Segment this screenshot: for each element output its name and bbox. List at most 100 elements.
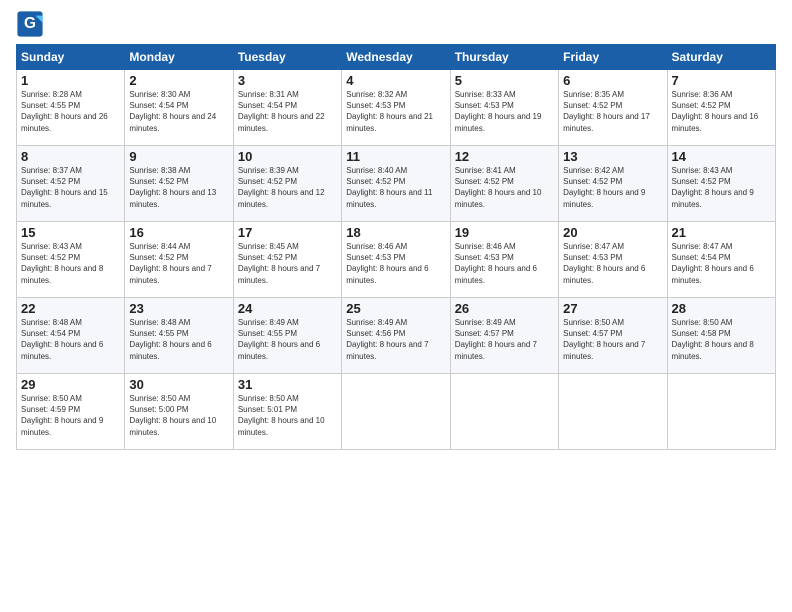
empty-cell bbox=[559, 374, 667, 450]
day-info: Sunrise: 8:47 AMSunset: 4:54 PMDaylight:… bbox=[672, 242, 754, 285]
empty-cell bbox=[342, 374, 450, 450]
day-cell-10: 10 Sunrise: 8:39 AMSunset: 4:52 PMDayligh… bbox=[233, 146, 341, 222]
day-cell-26: 26 Sunrise: 8:49 AMSunset: 4:57 PMDayligh… bbox=[450, 298, 558, 374]
day-number: 29 bbox=[21, 377, 120, 392]
day-info: Sunrise: 8:46 AMSunset: 4:53 PMDaylight:… bbox=[455, 242, 537, 285]
day-header-wednesday: Wednesday bbox=[342, 45, 450, 70]
day-info: Sunrise: 8:35 AMSunset: 4:52 PMDaylight:… bbox=[563, 90, 650, 133]
day-info: Sunrise: 8:36 AMSunset: 4:52 PMDaylight:… bbox=[672, 90, 759, 133]
day-cell-23: 23Sunrise: 8:48 AMSunset: 4:55 PMDayligh… bbox=[125, 298, 233, 374]
day-header-saturday: Saturday bbox=[667, 45, 775, 70]
day-info: Sunrise: 8:50 AMSunset: 5:00 PMDaylight:… bbox=[129, 394, 216, 437]
day-cell-12: 12 Sunrise: 8:41 AMSunset: 4:52 PMDayligh… bbox=[450, 146, 558, 222]
day-number: 10 bbox=[238, 149, 337, 164]
day-number: 20 bbox=[563, 225, 662, 240]
day-info: Sunrise: 8:33 AMSunset: 4:53 PMDaylight:… bbox=[455, 90, 542, 133]
day-number: 16 bbox=[129, 225, 228, 240]
day-info: Sunrise: 8:49 AMSunset: 4:55 PMDaylight:… bbox=[238, 318, 320, 361]
day-number: 21 bbox=[672, 225, 771, 240]
day-info: Sunrise: 8:49 AMSunset: 4:57 PMDaylight:… bbox=[455, 318, 537, 361]
day-info: Sunrise: 8:50 AMSunset: 4:59 PMDaylight:… bbox=[21, 394, 103, 437]
day-cell-27: 27Sunrise: 8:50 AMSunset: 4:57 PMDayligh… bbox=[559, 298, 667, 374]
day-number: 7 bbox=[672, 73, 771, 88]
day-number: 5 bbox=[455, 73, 554, 88]
day-number: 25 bbox=[346, 301, 445, 316]
empty-cell bbox=[667, 374, 775, 450]
empty-cell bbox=[450, 374, 558, 450]
day-header-monday: Monday bbox=[125, 45, 233, 70]
day-cell-14: 14 Sunrise: 8:43 AMSunset: 4:52 PMDayligh… bbox=[667, 146, 775, 222]
day-cell-1: 1Sunrise: 8:28 AMSunset: 4:55 PMDaylight… bbox=[17, 70, 125, 146]
day-number: 3 bbox=[238, 73, 337, 88]
calendar-table: SundayMondayTuesdayWednesdayThursdayFrid… bbox=[16, 44, 776, 450]
day-header-thursday: Thursday bbox=[450, 45, 558, 70]
day-number: 9 bbox=[129, 149, 228, 164]
day-number: 26 bbox=[455, 301, 554, 316]
day-cell-24: 24 Sunrise: 8:49 AMSunset: 4:55 PMDayligh… bbox=[233, 298, 341, 374]
day-info: Sunrise: 8:48 AMSunset: 4:55 PMDaylight:… bbox=[129, 318, 211, 361]
day-info: Sunrise: 8:50 AMSunset: 5:01 PMDaylight:… bbox=[238, 394, 325, 437]
day-cell-16: 16 Sunrise: 8:44 AMSunset: 4:52 PMDayligh… bbox=[125, 222, 233, 298]
week-row-1: 1Sunrise: 8:28 AMSunset: 4:55 PMDaylight… bbox=[17, 70, 776, 146]
day-cell-18: 18Sunrise: 8:46 AMSunset: 4:53 PMDayligh… bbox=[342, 222, 450, 298]
day-number: 6 bbox=[563, 73, 662, 88]
day-cell-4: 4 Sunrise: 8:32 AMSunset: 4:53 PMDaylight… bbox=[342, 70, 450, 146]
day-header-friday: Friday bbox=[559, 45, 667, 70]
day-info: Sunrise: 8:49 AMSunset: 4:56 PMDaylight:… bbox=[346, 318, 428, 361]
day-info: Sunrise: 8:43 AMSunset: 4:52 PMDaylight:… bbox=[672, 166, 754, 209]
day-info: Sunrise: 8:50 AMSunset: 4:58 PMDaylight:… bbox=[672, 318, 754, 361]
day-cell-20: 20Sunrise: 8:47 AMSunset: 4:53 PMDayligh… bbox=[559, 222, 667, 298]
week-row-2: 8 Sunrise: 8:37 AMSunset: 4:52 PMDaylight… bbox=[17, 146, 776, 222]
day-info: Sunrise: 8:41 AMSunset: 4:52 PMDaylight:… bbox=[455, 166, 542, 209]
day-cell-17: 17 Sunrise: 8:45 AMSunset: 4:52 PMDayligh… bbox=[233, 222, 341, 298]
day-cell-28: 28 Sunrise: 8:50 AMSunset: 4:58 PMDayligh… bbox=[667, 298, 775, 374]
day-info: Sunrise: 8:37 AMSunset: 4:52 PMDaylight:… bbox=[21, 166, 108, 209]
day-info: Sunrise: 8:44 AMSunset: 4:52 PMDaylight:… bbox=[129, 242, 211, 285]
svg-text:G: G bbox=[24, 15, 36, 32]
day-cell-11: 11 Sunrise: 8:40 AMSunset: 4:52 PMDayligh… bbox=[342, 146, 450, 222]
day-cell-3: 3 Sunrise: 8:31 AMSunset: 4:54 PMDaylight… bbox=[233, 70, 341, 146]
day-info: Sunrise: 8:31 AMSunset: 4:54 PMDaylight:… bbox=[238, 90, 325, 133]
day-info: Sunrise: 8:45 AMSunset: 4:52 PMDaylight:… bbox=[238, 242, 320, 285]
day-info: Sunrise: 8:43 AMSunset: 4:52 PMDaylight:… bbox=[21, 242, 103, 285]
day-cell-2: 2 Sunrise: 8:30 AMSunset: 4:54 PMDaylight… bbox=[125, 70, 233, 146]
day-info: Sunrise: 8:32 AMSunset: 4:53 PMDaylight:… bbox=[346, 90, 433, 133]
day-header-tuesday: Tuesday bbox=[233, 45, 341, 70]
day-cell-7: 7 Sunrise: 8:36 AMSunset: 4:52 PMDaylight… bbox=[667, 70, 775, 146]
day-number: 14 bbox=[672, 149, 771, 164]
day-cell-8: 8 Sunrise: 8:37 AMSunset: 4:52 PMDaylight… bbox=[17, 146, 125, 222]
day-cell-19: 19Sunrise: 8:46 AMSunset: 4:53 PMDayligh… bbox=[450, 222, 558, 298]
day-header-sunday: Sunday bbox=[17, 45, 125, 70]
day-number: 28 bbox=[672, 301, 771, 316]
day-number: 4 bbox=[346, 73, 445, 88]
week-row-5: 29 Sunrise: 8:50 AMSunset: 4:59 PMDayligh… bbox=[17, 374, 776, 450]
day-cell-13: 13 Sunrise: 8:42 AMSunset: 4:52 PMDayligh… bbox=[559, 146, 667, 222]
day-info: Sunrise: 8:39 AMSunset: 4:52 PMDaylight:… bbox=[238, 166, 325, 209]
day-number: 13 bbox=[563, 149, 662, 164]
day-cell-25: 25 Sunrise: 8:49 AMSunset: 4:56 PMDayligh… bbox=[342, 298, 450, 374]
day-info: Sunrise: 8:30 AMSunset: 4:54 PMDaylight:… bbox=[129, 90, 216, 133]
day-number: 2 bbox=[129, 73, 228, 88]
day-number: 24 bbox=[238, 301, 337, 316]
day-cell-15: 15 Sunrise: 8:43 AMSunset: 4:52 PMDayligh… bbox=[17, 222, 125, 298]
day-number: 17 bbox=[238, 225, 337, 240]
header-row: G bbox=[16, 10, 776, 38]
day-number: 30 bbox=[129, 377, 228, 392]
calendar-container: G SundayMondayTuesdayWednesdayThursdayFr… bbox=[0, 0, 792, 460]
day-info: Sunrise: 8:42 AMSunset: 4:52 PMDaylight:… bbox=[563, 166, 645, 209]
calendar-header: SundayMondayTuesdayWednesdayThursdayFrid… bbox=[17, 45, 776, 70]
day-info: Sunrise: 8:50 AMSunset: 4:57 PMDaylight:… bbox=[563, 318, 645, 361]
day-cell-5: 5 Sunrise: 8:33 AMSunset: 4:53 PMDaylight… bbox=[450, 70, 558, 146]
day-number: 31 bbox=[238, 377, 337, 392]
day-cell-22: 22Sunrise: 8:48 AMSunset: 4:54 PMDayligh… bbox=[17, 298, 125, 374]
day-number: 12 bbox=[455, 149, 554, 164]
day-number: 1 bbox=[21, 73, 120, 88]
day-number: 8 bbox=[21, 149, 120, 164]
day-cell-29: 29 Sunrise: 8:50 AMSunset: 4:59 PMDayligh… bbox=[17, 374, 125, 450]
day-info: Sunrise: 8:40 AMSunset: 4:52 PMDaylight:… bbox=[346, 166, 432, 209]
logo-icon: G bbox=[16, 10, 44, 38]
day-info: Sunrise: 8:38 AMSunset: 4:52 PMDaylight:… bbox=[129, 166, 216, 209]
day-number: 11 bbox=[346, 149, 445, 164]
day-cell-21: 21 Sunrise: 8:47 AMSunset: 4:54 PMDayligh… bbox=[667, 222, 775, 298]
day-number: 15 bbox=[21, 225, 120, 240]
